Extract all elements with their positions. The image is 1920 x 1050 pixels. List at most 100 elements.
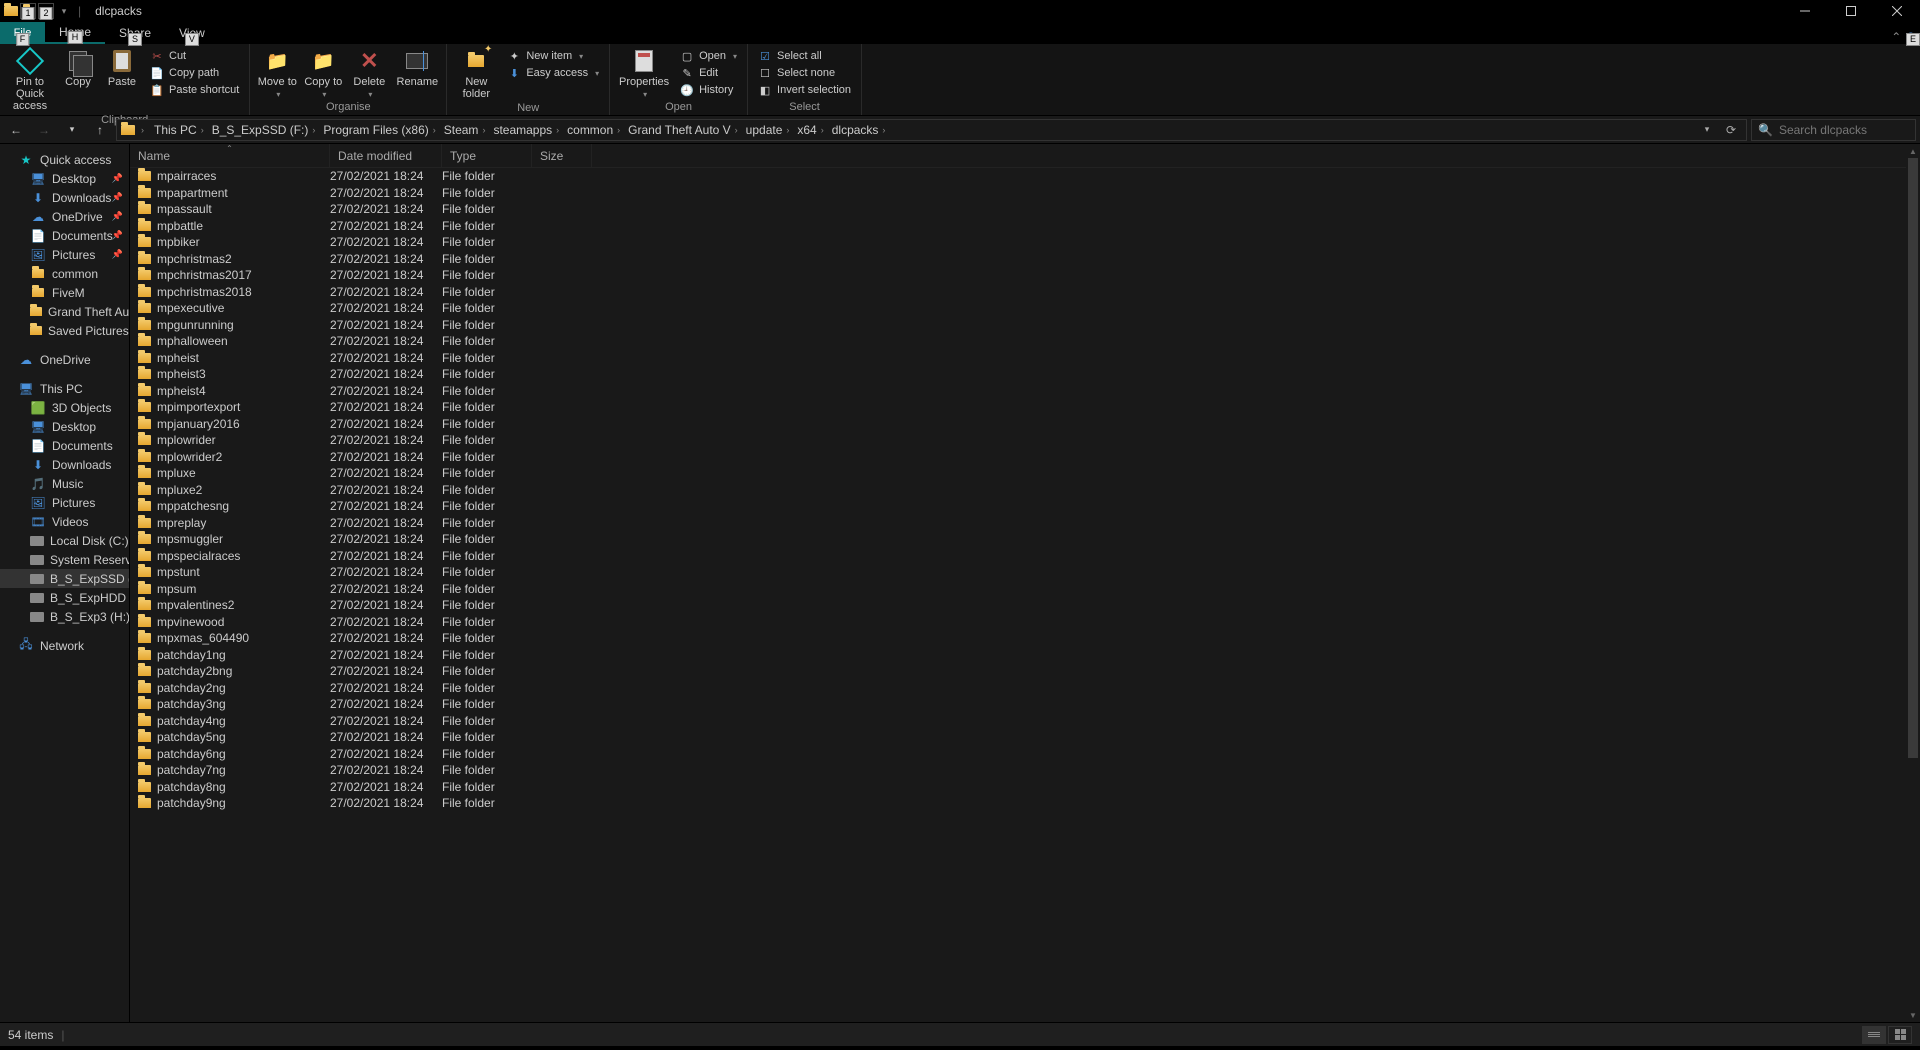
table-row[interactable]: mpheist27/02/2021 18:24File folder bbox=[130, 350, 1906, 367]
sidebar-onedrive[interactable]: ☁OneDrive bbox=[0, 350, 129, 369]
refresh-button[interactable]: ⟳ bbox=[1720, 119, 1742, 141]
column-name[interactable]: Name⌃ bbox=[130, 144, 330, 167]
table-row[interactable]: mplowrider27/02/2021 18:24File folder bbox=[130, 432, 1906, 449]
table-row[interactable]: mpspecialraces27/02/2021 18:24File folde… bbox=[130, 548, 1906, 565]
breadcrumb-segment[interactable]: dlcpacks› bbox=[828, 123, 890, 137]
pin-to-quick-access-button[interactable]: Pin to Quick access bbox=[6, 46, 54, 112]
table-row[interactable]: mpheist327/02/2021 18:24File folder bbox=[130, 366, 1906, 383]
tab-file[interactable]: FileF bbox=[0, 22, 45, 44]
qat-dropdown[interactable]: ▾ bbox=[56, 3, 72, 19]
sidebar-item[interactable]: 🖥Desktop📌 bbox=[0, 169, 129, 188]
sidebar-quick-access[interactable]: ★Quick access bbox=[0, 150, 129, 169]
qat-button-1[interactable]: 1 bbox=[20, 3, 36, 19]
breadcrumb-segment[interactable]: common› bbox=[563, 123, 624, 137]
sidebar-item[interactable]: ⬇Downloads📌 bbox=[0, 188, 129, 207]
table-row[interactable]: mplowrider227/02/2021 18:24File folder bbox=[130, 449, 1906, 466]
table-row[interactable]: mpsum27/02/2021 18:24File folder bbox=[130, 581, 1906, 598]
sidebar-item[interactable]: 🎵Music bbox=[0, 474, 129, 493]
table-row[interactable]: patchday2bng27/02/2021 18:24File folder bbox=[130, 663, 1906, 680]
breadcrumb-segment[interactable]: Steam› bbox=[440, 123, 490, 137]
table-row[interactable]: mpassault27/02/2021 18:24File folder bbox=[130, 201, 1906, 218]
tab-home[interactable]: HomeH bbox=[45, 22, 105, 44]
sidebar-item[interactable]: 🖥Desktop bbox=[0, 417, 129, 436]
breadcrumb-segment[interactable]: This PC› bbox=[150, 123, 208, 137]
sidebar-item[interactable]: Saved Pictures bbox=[0, 321, 129, 340]
new-folder-button[interactable]: ✦New folder bbox=[453, 46, 499, 100]
table-row[interactable]: mpvalentines227/02/2021 18:24File folder bbox=[130, 597, 1906, 614]
sidebar-item[interactable]: common bbox=[0, 264, 129, 283]
sidebar-item[interactable]: System Reserved (E:) bbox=[0, 550, 129, 569]
copy-to-button[interactable]: 📁Copy to▾ bbox=[302, 46, 344, 99]
breadcrumb-segment[interactable]: Grand Theft Auto V› bbox=[624, 123, 742, 137]
table-row[interactable]: mpbiker27/02/2021 18:24File folder bbox=[130, 234, 1906, 251]
file-list[interactable]: mpairraces27/02/2021 18:24File foldermpa… bbox=[130, 168, 1906, 1022]
paste-button[interactable]: Paste bbox=[102, 46, 142, 88]
table-row[interactable]: mpapartment27/02/2021 18:24File folder bbox=[130, 185, 1906, 202]
forward-button[interactable]: → bbox=[32, 118, 56, 142]
table-row[interactable]: patchday5ng27/02/2021 18:24File folder bbox=[130, 729, 1906, 746]
sidebar-item[interactable]: ⬇Downloads bbox=[0, 455, 129, 474]
table-row[interactable]: mpsmuggler27/02/2021 18:24File folder bbox=[130, 531, 1906, 548]
breadcrumb-segment[interactable]: Program Files (x86)› bbox=[319, 123, 439, 137]
table-row[interactable]: mpexecutive27/02/2021 18:24File folder bbox=[130, 300, 1906, 317]
sidebar-network[interactable]: 🖧Network bbox=[0, 636, 129, 655]
sidebar-item[interactable]: Grand Theft Auto V bbox=[0, 302, 129, 321]
table-row[interactable]: patchday4ng27/02/2021 18:24File folder bbox=[130, 713, 1906, 730]
table-row[interactable]: mpstunt27/02/2021 18:24File folder bbox=[130, 564, 1906, 581]
table-row[interactable]: patchday6ng27/02/2021 18:24File folder bbox=[130, 746, 1906, 763]
table-row[interactable]: patchday7ng27/02/2021 18:24File folder bbox=[130, 762, 1906, 779]
table-row[interactable]: mpchristmas201827/02/2021 18:24File fold… bbox=[130, 284, 1906, 301]
table-row[interactable]: mpgunrunning27/02/2021 18:24File folder bbox=[130, 317, 1906, 334]
table-row[interactable]: patchday3ng27/02/2021 18:24File folder bbox=[130, 696, 1906, 713]
column-size[interactable]: Size bbox=[532, 144, 592, 167]
new-item-button[interactable]: ✦New item▾ bbox=[503, 48, 603, 64]
qat-button-2[interactable]: ▦2 bbox=[38, 3, 54, 19]
open-button[interactable]: ▢Open▾ bbox=[676, 48, 741, 64]
close-button[interactable] bbox=[1874, 0, 1920, 22]
paste-shortcut-button[interactable]: 📋Paste shortcut bbox=[146, 82, 243, 98]
select-none-button[interactable]: ☐Select none bbox=[754, 65, 855, 81]
sidebar-item[interactable]: 🟩3D Objects bbox=[0, 398, 129, 417]
table-row[interactable]: mpreplay27/02/2021 18:24File folder bbox=[130, 515, 1906, 532]
minimize-button[interactable] bbox=[1782, 0, 1828, 22]
address-dropdown-button[interactable]: ▾ bbox=[1696, 119, 1718, 141]
table-row[interactable]: mpluxe27/02/2021 18:24File folder bbox=[130, 465, 1906, 482]
copy-button[interactable]: Copy bbox=[58, 46, 98, 88]
table-row[interactable]: mpimportexport27/02/2021 18:24File folde… bbox=[130, 399, 1906, 416]
navigation-pane[interactable]: ★Quick access 🖥Desktop📌⬇Downloads📌☁OneDr… bbox=[0, 144, 130, 1022]
breadcrumb-segment[interactable]: B_S_ExpSSD (F:)› bbox=[208, 123, 320, 137]
column-date[interactable]: Date modified bbox=[330, 144, 442, 167]
recent-locations-button[interactable]: ▾ bbox=[60, 118, 84, 142]
table-row[interactable]: mpheist427/02/2021 18:24File folder bbox=[130, 383, 1906, 400]
history-button[interactable]: 🕘History bbox=[676, 82, 741, 98]
table-row[interactable]: mpbattle27/02/2021 18:24File folder bbox=[130, 218, 1906, 235]
properties-button[interactable]: Properties▾ bbox=[616, 46, 672, 99]
easy-access-button[interactable]: ⬇Easy access▾ bbox=[503, 65, 603, 81]
table-row[interactable]: mpchristmas227/02/2021 18:24File folder bbox=[130, 251, 1906, 268]
table-row[interactable]: mpjanuary201627/02/2021 18:24File folder bbox=[130, 416, 1906, 433]
table-row[interactable]: patchday8ng27/02/2021 18:24File folder bbox=[130, 779, 1906, 796]
copy-path-button[interactable]: 📄Copy path bbox=[146, 65, 243, 81]
sidebar-item[interactable]: Local Disk (C:) bbox=[0, 531, 129, 550]
table-row[interactable]: patchday2ng27/02/2021 18:24File folder bbox=[130, 680, 1906, 697]
sidebar-item[interactable]: B_S_Exp3 (H:) bbox=[0, 607, 129, 626]
tab-share[interactable]: ShareS bbox=[105, 22, 165, 44]
move-to-button[interactable]: 📁Move to▾ bbox=[256, 46, 298, 99]
help-button[interactable]: ?E bbox=[1907, 30, 1914, 44]
back-button[interactable]: ← bbox=[4, 118, 28, 142]
search-input[interactable] bbox=[1779, 123, 1920, 137]
tab-view[interactable]: ViewV bbox=[165, 22, 219, 44]
table-row[interactable]: mpvinewood27/02/2021 18:24File folder bbox=[130, 614, 1906, 631]
select-all-button[interactable]: ☑Select all bbox=[754, 48, 855, 64]
sidebar-item[interactable]: ☁OneDrive📌 bbox=[0, 207, 129, 226]
table-row[interactable]: mpxmas_60449027/02/2021 18:24File folder bbox=[130, 630, 1906, 647]
column-type[interactable]: Type bbox=[442, 144, 532, 167]
address-bar[interactable]: › This PC›B_S_ExpSSD (F:)›Program Files … bbox=[116, 119, 1747, 141]
up-button[interactable]: ↑ bbox=[88, 118, 112, 142]
breadcrumb-segment[interactable]: steamapps› bbox=[489, 123, 563, 137]
scroll-track[interactable] bbox=[1906, 158, 1920, 1008]
sidebar-item[interactable]: 🎞Videos bbox=[0, 512, 129, 531]
details-view-button[interactable] bbox=[1862, 1026, 1886, 1044]
thumbnails-view-button[interactable] bbox=[1888, 1026, 1912, 1044]
breadcrumb-root[interactable]: › bbox=[137, 125, 148, 135]
